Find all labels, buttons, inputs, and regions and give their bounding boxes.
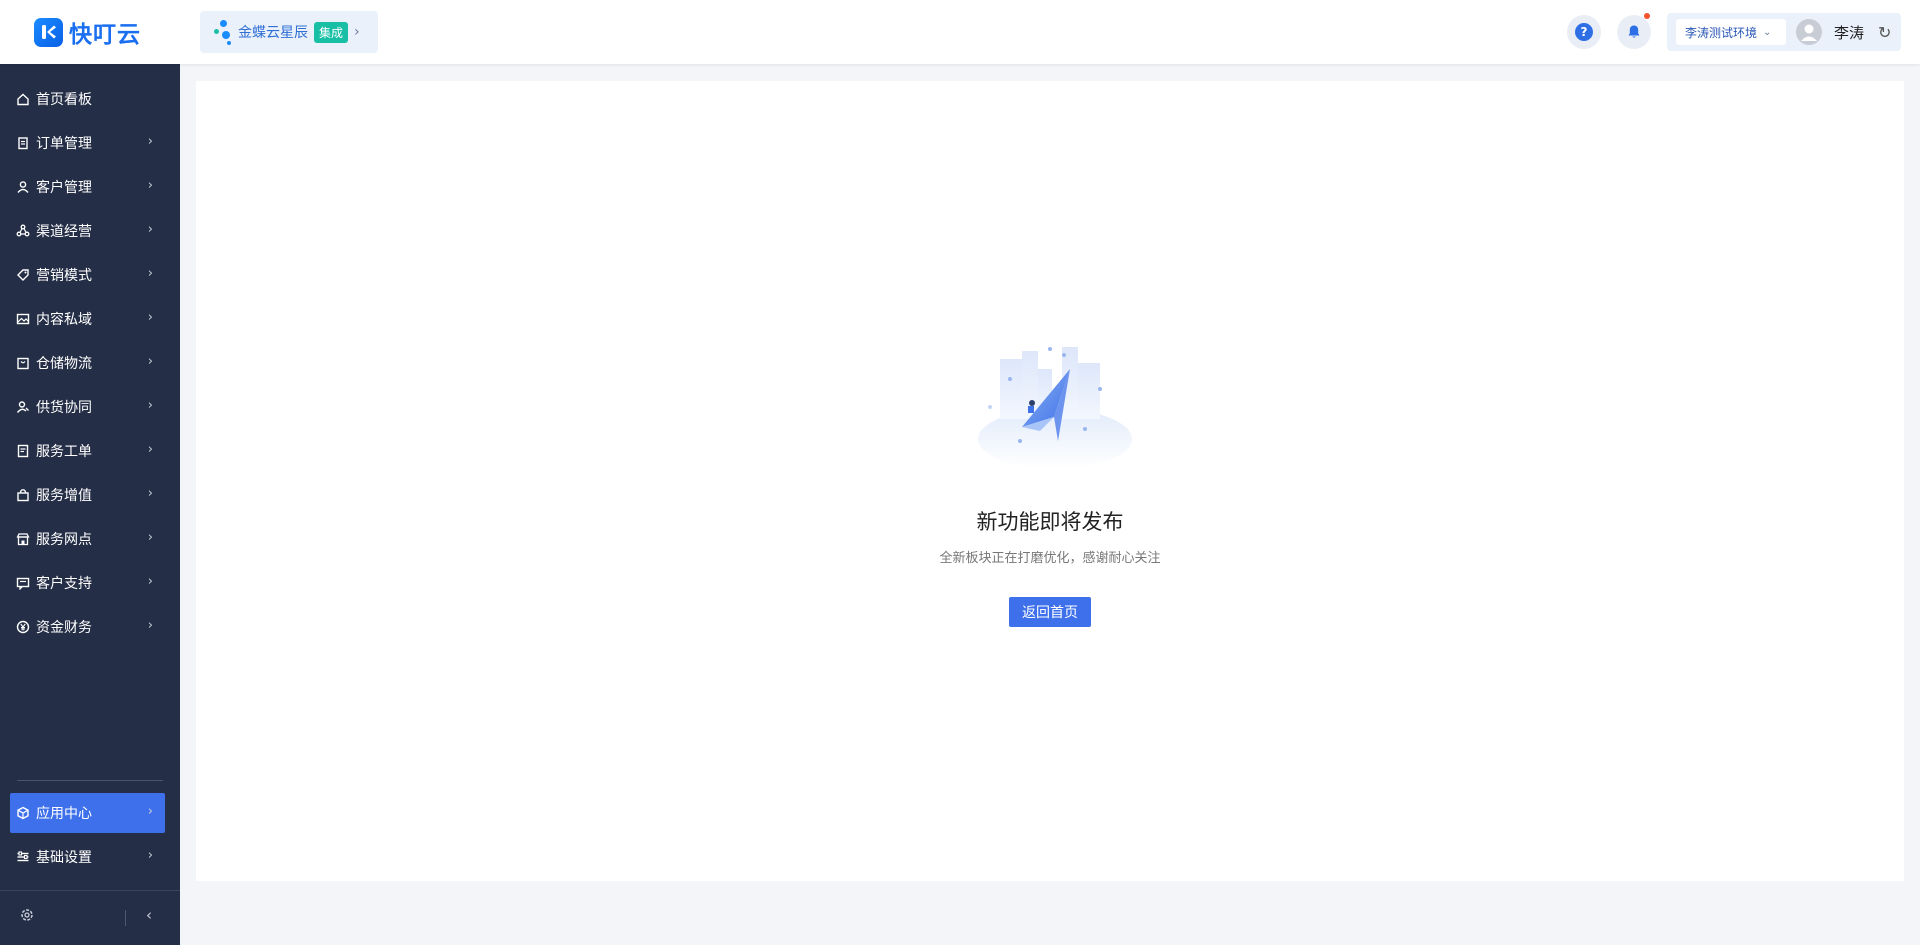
sidebar-item-label: 渠道经营 bbox=[36, 224, 92, 240]
home-icon bbox=[16, 92, 30, 106]
collapse-sidebar-icon[interactable]: ‹ bbox=[146, 906, 152, 924]
chevron-right-icon: › bbox=[147, 354, 153, 369]
chevron-right-icon: › bbox=[147, 134, 153, 149]
chevron-right-icon: › bbox=[147, 266, 153, 281]
sidebar-item-yen[interactable]: 资金财务 › bbox=[10, 607, 165, 647]
chevron-right-icon: › bbox=[147, 848, 153, 863]
clipboard-icon bbox=[16, 136, 30, 150]
top-header: 快叮云 金蝶云星辰 集成 › ? 李涛测试环境 ⌄ 李涛 ↻ bbox=[0, 0, 1920, 64]
bag-icon bbox=[16, 488, 30, 502]
refresh-icon[interactable]: ↻ bbox=[1878, 23, 1891, 42]
sidebar: 首页看板 订单管理 › 客户管理 › 渠道经营 › 营销模式 › 内容私域 › 仓储物流 › 供货协同 › 服… bbox=[0, 64, 180, 945]
coming-soon-illustration bbox=[978, 347, 1132, 469]
sidebar-item-label: 资金财务 bbox=[36, 620, 92, 636]
sidebar-item-label: 仓储物流 bbox=[36, 356, 92, 372]
user-link-icon bbox=[16, 400, 30, 414]
sidebar-item-cube[interactable]: 应用中心 › bbox=[10, 793, 165, 833]
sidebar-item-image[interactable]: 内容私域 › bbox=[10, 299, 165, 339]
sidebar-item-label: 基础设置 bbox=[36, 850, 92, 866]
sidebar-item-store[interactable]: 服务网点 › bbox=[10, 519, 165, 559]
image-icon bbox=[16, 312, 30, 326]
sidebar-item-network[interactable]: 渠道经营 › bbox=[10, 211, 165, 251]
chevron-right-icon: › bbox=[147, 486, 153, 501]
sidebar-divider bbox=[17, 780, 163, 781]
sidebar-item-user-link[interactable]: 供货协同 › bbox=[10, 387, 165, 427]
avatar[interactable] bbox=[1796, 19, 1822, 45]
notification-dot bbox=[1644, 13, 1650, 19]
sidebar-item-home[interactable]: 首页看板 bbox=[10, 79, 165, 119]
logo[interactable]: 快叮云 bbox=[34, 16, 141, 48]
integration-name: 金蝶云星辰 bbox=[238, 25, 308, 41]
chevron-right-icon: › bbox=[147, 398, 153, 413]
back-home-button[interactable]: 返回首页 bbox=[1009, 597, 1091, 627]
chevron-right-icon: › bbox=[147, 804, 153, 819]
chevron-right-icon: › bbox=[147, 618, 153, 633]
sidebar-item-box[interactable]: 仓储物流 › bbox=[10, 343, 165, 383]
chevron-right-icon: › bbox=[147, 530, 153, 545]
help-button[interactable]: ? bbox=[1567, 15, 1601, 49]
integration-badge: 集成 bbox=[314, 21, 349, 43]
notification-button[interactable] bbox=[1617, 13, 1651, 49]
sidebar-item-clipboard[interactable]: 订单管理 › bbox=[10, 123, 165, 163]
cube-icon bbox=[16, 806, 30, 820]
settings-gear-icon[interactable] bbox=[20, 908, 34, 922]
kingdee-logo-icon bbox=[212, 17, 236, 47]
sidebar-footer: ‹ bbox=[0, 890, 180, 945]
sliders-icon bbox=[16, 850, 30, 864]
sidebar-item-label: 首页看板 bbox=[36, 92, 92, 108]
sidebar-item-label: 应用中心 bbox=[36, 806, 92, 822]
integration-switcher[interactable]: 金蝶云星辰 集成 › bbox=[200, 11, 378, 53]
chevron-right-icon: › bbox=[147, 222, 153, 237]
sidebar-item-label: 客户支持 bbox=[36, 576, 92, 592]
sidebar-item-label: 服务网点 bbox=[36, 532, 92, 548]
logo-mark-icon bbox=[34, 17, 63, 47]
chevron-down-icon: ⌄ bbox=[1763, 26, 1772, 38]
sidebar-item-user[interactable]: 客户管理 › bbox=[10, 167, 165, 207]
bell-icon bbox=[1628, 25, 1640, 38]
sidebar-item-label: 供货协同 bbox=[36, 400, 92, 416]
sidebar-item-bag[interactable]: 服务增值 › bbox=[10, 475, 165, 515]
logo-text: 快叮云 bbox=[69, 22, 141, 48]
user-icon bbox=[16, 180, 30, 194]
network-icon bbox=[16, 224, 30, 238]
sidebar-item-label: 服务增值 bbox=[36, 488, 92, 504]
sidebar-item-label: 内容私域 bbox=[36, 312, 92, 328]
sidebar-item-sliders[interactable]: 基础设置 › bbox=[10, 837, 165, 877]
empty-state-title: 新功能即将发布 bbox=[976, 510, 1124, 534]
user-name[interactable]: 李涛 bbox=[1834, 22, 1864, 43]
question-icon: ? bbox=[1575, 23, 1593, 41]
chevron-right-icon: › bbox=[354, 24, 360, 40]
footer-divider bbox=[125, 910, 126, 926]
sidebar-item-chat[interactable]: 客户支持 › bbox=[10, 563, 165, 603]
sidebar-item-label: 服务工单 bbox=[36, 444, 92, 460]
environment-select[interactable]: 李涛测试环境 ⌄ bbox=[1676, 19, 1786, 45]
chevron-right-icon: › bbox=[147, 178, 153, 193]
sidebar-item-tag[interactable]: 营销模式 › bbox=[10, 255, 165, 295]
user-area: 李涛测试环境 ⌄ 李涛 ↻ bbox=[1667, 13, 1901, 51]
sidebar-item-label: 客户管理 bbox=[36, 180, 92, 196]
sidebar-item-document[interactable]: 服务工单 › bbox=[10, 431, 165, 471]
chat-icon bbox=[16, 576, 30, 590]
empty-state-description: 全新板块正在打磨优化，感谢耐心关注 bbox=[939, 551, 1161, 566]
yen-icon bbox=[16, 620, 30, 634]
environment-select-value: 李涛测试环境 bbox=[1685, 25, 1758, 40]
chevron-right-icon: › bbox=[147, 310, 153, 325]
main-content: 新功能即将发布 全新板块正在打磨优化，感谢耐心关注 返回首页 bbox=[196, 81, 1904, 881]
document-icon bbox=[16, 444, 30, 458]
sidebar-item-label: 营销模式 bbox=[36, 268, 92, 284]
chevron-right-icon: › bbox=[147, 574, 153, 589]
box-icon bbox=[16, 356, 30, 370]
tag-icon bbox=[16, 268, 30, 282]
sidebar-item-label: 订单管理 bbox=[36, 136, 92, 152]
store-icon bbox=[16, 532, 30, 546]
chevron-right-icon: › bbox=[147, 442, 153, 457]
